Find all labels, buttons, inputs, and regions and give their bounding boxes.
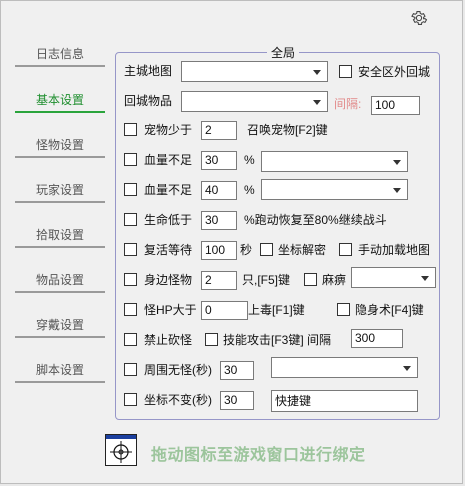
drag-instruction: 拖动图标至游戏窗口进行绑定	[151, 445, 366, 464]
sidebar-item-label: 脚本设置	[35, 363, 84, 377]
no-chop-checkbox[interactable]	[124, 333, 137, 346]
sidebar-item-label: 穿戴设置	[35, 318, 84, 332]
tab-underline	[15, 65, 105, 67]
main-map-label: 主城地图	[124, 64, 173, 78]
sidebar-item-basic[interactable]: 基本设置	[15, 87, 105, 113]
tab-underline	[15, 291, 105, 293]
manual-load-checkbox[interactable]	[339, 243, 352, 256]
hp1-dropdown[interactable]	[261, 151, 408, 172]
chevron-down-icon	[403, 366, 411, 371]
coord-decrypt-label: 坐标解密	[278, 243, 327, 257]
hp2-unit: %	[244, 183, 255, 197]
skill-attack-label: 技能攻击[F3键] 间隔	[223, 333, 332, 347]
near-monster-input[interactable]: 2	[201, 271, 237, 290]
tab-underline	[15, 201, 105, 203]
near-monster-suffix: 只,[F5]键	[242, 273, 291, 287]
sidebar-item-label: 物品设置	[35, 273, 84, 287]
revive-input[interactable]: 100	[201, 241, 237, 260]
coord-still-input[interactable]: 30	[220, 391, 254, 410]
return-items-dropdown[interactable]	[181, 91, 328, 112]
sidebar-item-items[interactable]: 物品设置	[15, 267, 105, 293]
sidebar-item-label: 基本设置	[35, 93, 84, 107]
stealth-label: 隐身术[F4]键	[355, 303, 424, 317]
hp1-input[interactable]: 30	[201, 151, 237, 170]
tab-underline	[15, 381, 105, 383]
chevron-down-icon	[421, 276, 429, 281]
life-input[interactable]: 30	[201, 211, 237, 230]
pet-checkbox[interactable]	[124, 123, 137, 136]
tab-underline	[15, 111, 105, 113]
sidebar-item-label: 玩家设置	[35, 183, 84, 197]
life-label: 生命低于	[144, 213, 193, 227]
sidebar-item-script[interactable]: 脚本设置	[15, 357, 105, 383]
monster-hp-label: 怪HP大于	[144, 303, 197, 317]
revive-label: 复活等待	[144, 243, 193, 257]
sidebar-item-label: 怪物设置	[35, 138, 84, 152]
sidebar-item-pickup[interactable]: 拾取设置	[15, 222, 105, 248]
hotkey-input[interactable]: 快捷键	[271, 390, 418, 412]
pet-count-input[interactable]: 2	[201, 121, 237, 140]
pet-summon-label: 召唤宠物[F2]键	[247, 123, 328, 137]
sidebar-item-player[interactable]: 玩家设置	[15, 177, 105, 203]
settings-window: 日志信息 基本设置 怪物设置 玩家设置 拾取设置 物品设置 穿戴设置 脚本设置	[0, 0, 463, 484]
paralysis-label: 麻痹	[322, 273, 347, 287]
chevron-down-icon	[313, 70, 321, 75]
paralysis-checkbox[interactable]	[304, 273, 317, 286]
tab-underline	[15, 156, 105, 158]
revive-checkbox[interactable]	[124, 243, 137, 256]
sidebar-item-label: 拾取设置	[35, 228, 84, 242]
revive-unit: 秒	[240, 243, 253, 257]
tab-underline	[15, 246, 105, 248]
near-monster-checkbox[interactable]	[124, 273, 137, 286]
chevron-down-icon	[313, 100, 321, 105]
drag-crosshair-icon[interactable]	[105, 434, 137, 466]
crosshair-icon	[110, 441, 132, 463]
hp2-label: 血量不足	[144, 183, 193, 197]
groupbox-title: 全局	[267, 44, 300, 61]
hp2-checkbox[interactable]	[124, 183, 137, 196]
chevron-down-icon	[393, 160, 401, 165]
chevron-down-icon	[393, 188, 401, 193]
no-monster-dropdown[interactable]	[271, 357, 418, 378]
sidebar-item-label: 日志信息	[35, 47, 84, 61]
hp2-input[interactable]: 40	[201, 181, 237, 200]
hp1-checkbox[interactable]	[124, 153, 137, 166]
near-monster-label: 身边怪物	[144, 273, 193, 287]
gear-icon[interactable]	[410, 9, 428, 27]
pet-label: 宠物少于	[144, 123, 193, 137]
manual-load-label: 手动加载地图	[358, 243, 431, 257]
paralysis-dropdown[interactable]	[351, 267, 436, 288]
hp1-label: 血量不足	[144, 153, 193, 167]
stealth-checkbox[interactable]	[337, 303, 350, 316]
coord-still-checkbox[interactable]	[124, 393, 137, 406]
coord-still-label: 坐标不变(秒)	[144, 393, 212, 407]
monster-hp-checkbox[interactable]	[124, 303, 137, 316]
hp2-dropdown[interactable]	[261, 179, 408, 200]
interval-input[interactable]: 100	[371, 96, 420, 115]
sidebar-item-monster[interactable]: 怪物设置	[15, 132, 105, 158]
coord-decrypt-checkbox[interactable]	[260, 243, 273, 256]
skill-attack-checkbox[interactable]	[205, 333, 218, 346]
no-monster-input[interactable]: 30	[220, 361, 254, 380]
sidebar-item-log[interactable]: 日志信息	[15, 41, 105, 67]
life-checkbox[interactable]	[124, 213, 137, 226]
no-monster-checkbox[interactable]	[124, 363, 137, 376]
safe-zone-label: 安全区外回城	[358, 65, 431, 79]
no-monster-label: 周围无怪(秒)	[144, 363, 212, 377]
main-map-dropdown[interactable]	[181, 61, 328, 82]
sidebar-item-equip[interactable]: 穿戴设置	[15, 312, 105, 338]
poison-label: 上毒[F1]键	[248, 303, 305, 317]
interval-label: 间隔:	[334, 97, 362, 111]
no-chop-label: 禁止砍怪	[144, 333, 193, 347]
tab-underline	[15, 336, 105, 338]
life-suffix: %跑动恢复至80%继续战斗	[244, 213, 387, 227]
monster-hp-input[interactable]: 0	[201, 301, 248, 320]
safe-zone-checkbox[interactable]	[339, 65, 352, 78]
hp1-unit: %	[244, 153, 255, 167]
return-items-label: 回城物品	[124, 94, 173, 108]
skill-interval-input[interactable]: 300	[351, 329, 403, 348]
